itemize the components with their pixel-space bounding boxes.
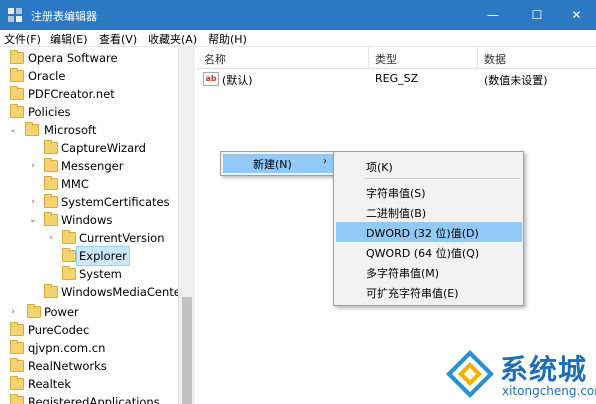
new-submenu: 项(K) 字符串值(S) 二进制值(B) DWORD (32 位)值(D) QW… <box>333 151 524 306</box>
folder-icon <box>10 358 24 372</box>
folder-icon <box>10 376 24 390</box>
menu-item-label: 可扩充字符串值(E) <box>366 287 459 300</box>
value-type: REG_SZ <box>375 72 419 85</box>
maximize-button[interactable]: ☐ <box>514 0 560 30</box>
tree-item-label: Opera Software <box>28 51 118 65</box>
column-header-type[interactable]: 类型 <box>375 51 397 67</box>
menu-item-label: 字符串值(S) <box>366 187 426 200</box>
menu-item-string-value[interactable]: 字符串值(S) <box>336 182 522 202</box>
column-header-name[interactable]: 名称 <box>204 51 226 67</box>
menu-item-binary-value[interactable]: 二进制值(B) <box>336 202 522 222</box>
menu-item-expandable-string-value[interactable]: 可扩充字符串值(E) <box>336 282 522 302</box>
tree-item-label: Realtek <box>28 377 72 391</box>
column-divider[interactable] <box>477 47 478 69</box>
tree-item-label: qjvpn.com.cn <box>28 341 106 355</box>
menu-item-label: 二进制值(B) <box>366 207 427 220</box>
menu-edit[interactable]: 编辑(E) <box>50 31 88 47</box>
tree-item-label: SystemCertificates <box>61 195 170 209</box>
value-name: (默认) <box>222 74 253 87</box>
tree-scrollbar[interactable] <box>178 47 195 404</box>
close-button[interactable]: ✕ <box>557 0 596 30</box>
scroll-thumb[interactable] <box>182 297 192 404</box>
menu-item-dword-value[interactable]: DWORD (32 位)值(D) <box>336 222 522 242</box>
menu-item-label: DWORD (32 位)值(D) <box>366 227 479 240</box>
submenu-arrow-icon: › <box>323 156 327 167</box>
table-row[interactable]: ab (默认) REG_SZ (数值未设置) <box>196 70 596 89</box>
column-divider[interactable] <box>368 47 369 69</box>
tree-item-label: PDFCreator.net <box>28 87 115 101</box>
folder-icon <box>62 230 76 244</box>
folder-icon <box>27 304 41 318</box>
menu-item-multi-string-value[interactable]: 多字符串值(M) <box>336 262 522 282</box>
watermark-logo-icon <box>446 350 494 398</box>
tree-item-label: RegisteredApplications <box>28 395 160 404</box>
context-menu: 新建(N) › <box>220 151 335 176</box>
tree-item-label: Windows <box>61 213 113 227</box>
chevron-down-icon[interactable]: ⌄ <box>8 121 18 139</box>
folder-icon <box>10 340 24 354</box>
tree-item-label: WindowsMediaCenter <box>61 285 186 299</box>
menu-item-label: 新建(N) <box>253 158 292 171</box>
chevron-right-icon[interactable]: › <box>28 193 38 211</box>
menu-item-key[interactable]: 项(K) <box>336 156 522 176</box>
title-bar: 注册表编辑器 — ☐ ✕ <box>0 0 596 30</box>
registry-editor-icon <box>8 8 22 22</box>
menu-favorites[interactable]: 收藏夹(A) <box>148 31 197 47</box>
menu-item-label: QWORD (64 位)值(Q) <box>366 247 480 260</box>
string-value-icon: ab <box>203 72 219 86</box>
tree-item-label: Power <box>44 305 79 319</box>
tree-item-label: CaptureWizard <box>61 141 146 155</box>
menu-view[interactable]: 查看(V) <box>99 31 137 47</box>
tree-item-label: Explorer <box>76 246 130 266</box>
value-data: (数值未设置) <box>484 74 548 87</box>
folder-icon <box>44 140 58 154</box>
key-tree[interactable]: Opera Software Oracle PDFCreator.net Pol… <box>0 47 195 404</box>
menu-divider <box>364 178 520 179</box>
tree-item-label: CurrentVersion <box>79 231 165 245</box>
minimize-button[interactable]: — <box>470 0 516 30</box>
menu-bar: 文件(F) 编辑(E) 查看(V) 收藏夹(A) 帮助(H) <box>0 30 596 47</box>
tree-item-label: Policies <box>28 105 71 119</box>
chevron-down-icon[interactable]: ⌄ <box>28 211 38 229</box>
folder-icon <box>10 322 24 336</box>
watermark: 系统城 xitongcheng.com <box>440 340 596 404</box>
tree-item-label: Oracle <box>28 69 66 83</box>
menu-item-label: 项(K) <box>366 161 393 174</box>
folder-icon <box>44 176 58 190</box>
folder-icon <box>62 248 76 262</box>
column-header-data[interactable]: 数据 <box>484 51 506 67</box>
tree-item-label: PureCodec <box>28 323 90 337</box>
menu-item-qword-value[interactable]: QWORD (64 位)值(Q) <box>336 242 522 262</box>
menu-item-label: 多字符串值(M) <box>366 267 440 280</box>
menu-help[interactable]: 帮助(H) <box>208 31 247 47</box>
watermark-text: 系统城 <box>500 353 588 386</box>
chevron-right-icon[interactable]: › <box>8 303 18 321</box>
folder-icon <box>10 86 24 100</box>
chevron-right-icon[interactable]: › <box>46 229 56 247</box>
tree-item-label: RealNetworks <box>28 359 107 373</box>
tree-item-label: MMC <box>61 177 89 191</box>
folder-icon <box>44 158 58 172</box>
window-title: 注册表编辑器 <box>31 10 97 23</box>
folder-icon <box>44 212 58 226</box>
watermark-url: xitongcheng.com <box>502 384 596 398</box>
menu-item-new[interactable]: 新建(N) › <box>223 154 333 173</box>
folder-icon <box>25 122 39 136</box>
tree-item-label: Messenger <box>61 159 124 173</box>
list-header: 名称 类型 数据 <box>196 47 596 69</box>
folder-icon <box>10 68 24 82</box>
folder-icon <box>62 266 76 280</box>
folder-icon <box>10 104 24 118</box>
folder-icon <box>10 50 24 64</box>
tree-item-label: System <box>79 267 122 281</box>
folder-icon <box>44 194 58 208</box>
tree-item-label: Microsoft <box>44 123 97 137</box>
chevron-right-icon[interactable]: › <box>28 157 38 175</box>
folder-icon <box>10 394 24 404</box>
menu-file[interactable]: 文件(F) <box>4 31 41 47</box>
folder-icon <box>44 284 58 298</box>
